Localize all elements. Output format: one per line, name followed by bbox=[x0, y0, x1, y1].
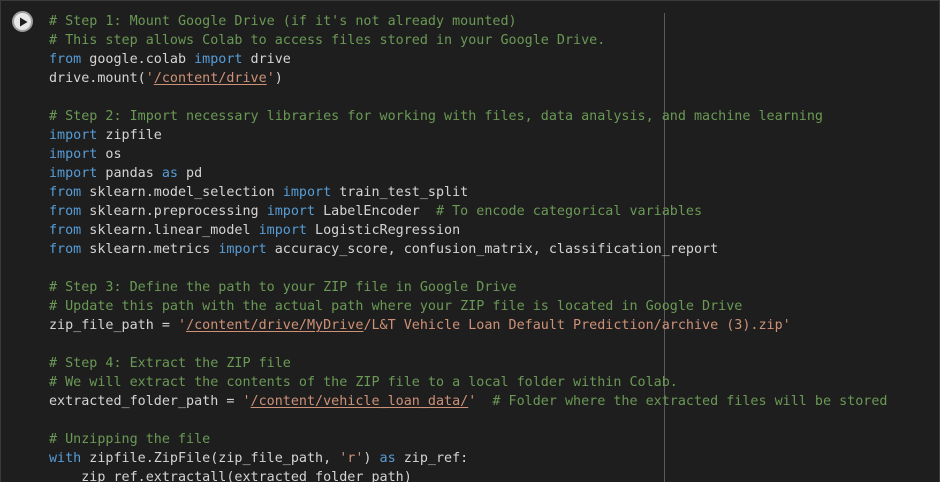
code-token: with bbox=[49, 451, 82, 466]
code-token: google.colab bbox=[81, 52, 195, 67]
code-token: # This step allows Colab to access files… bbox=[49, 33, 606, 48]
code-line: # We will extract the contents of the ZI… bbox=[49, 373, 887, 392]
code-line: import zipfile bbox=[49, 126, 887, 145]
code-token: extracted_folder_path = bbox=[49, 394, 243, 409]
code-token: # Step 4: Extract the ZIP file bbox=[49, 356, 291, 371]
code-token: pandas bbox=[97, 166, 162, 181]
code-line: from sklearn.preprocessing import LabelE… bbox=[49, 202, 887, 221]
code-token: import bbox=[218, 242, 267, 257]
code-token: as bbox=[379, 451, 396, 466]
code-token: drive.mount( bbox=[49, 71, 146, 86]
cell-gutter bbox=[1, 1, 45, 482]
code-token: zipfile.ZipFile(zip_file_path, bbox=[81, 451, 340, 466]
code-token: LogisticRegression bbox=[307, 223, 461, 238]
code-token: # Step 1: Mount Google Drive (if it's no… bbox=[49, 14, 517, 29]
code-token: import bbox=[194, 52, 243, 67]
code-token: # Unzipping the file bbox=[49, 432, 211, 447]
code-token: # To encode categorical variables bbox=[436, 204, 703, 219]
code-token: # Folder where the extracted files will … bbox=[492, 394, 888, 409]
code-editor[interactable]: # Step 1: Mount Google Drive (if it's no… bbox=[49, 12, 887, 482]
code-token: from bbox=[49, 185, 82, 200]
code-token: zipfile bbox=[97, 128, 162, 143]
code-token: from bbox=[49, 223, 82, 238]
code-cell[interactable]: # Step 1: Mount Google Drive (if it's no… bbox=[0, 0, 940, 482]
code-line: # Step 4: Extract the ZIP file bbox=[49, 354, 887, 373]
code-token: zip_ref.extractall(extracted_folder_path… bbox=[49, 470, 412, 482]
code-token: ) bbox=[274, 71, 283, 86]
code-token: /L&T Vehicle Loan Default Prediction/arc… bbox=[363, 318, 791, 333]
run-cell-button[interactable] bbox=[12, 11, 33, 32]
code-line: zip_ref.extractall(extracted_folder_path… bbox=[49, 468, 887, 482]
code-line: import pandas as pd bbox=[49, 164, 887, 183]
code-token: train_test_split bbox=[331, 185, 469, 200]
code-line: from google.colab import drive bbox=[49, 50, 887, 69]
code-token: zip_file_path = bbox=[49, 318, 178, 333]
code-line: # This step allows Colab to access files… bbox=[49, 31, 887, 50]
code-token: ' bbox=[178, 318, 187, 333]
code-line: from sklearn.model_selection import trai… bbox=[49, 183, 887, 202]
code-token: sklearn.linear_model bbox=[81, 223, 259, 238]
code-token: 'r' bbox=[339, 451, 364, 466]
code-token: from bbox=[49, 52, 82, 67]
code-token: from bbox=[49, 242, 82, 257]
code-token: # We will extract the contents of the ZI… bbox=[49, 375, 678, 390]
code-line: extracted_folder_path = '/content/vehicl… bbox=[49, 392, 887, 411]
code-line: # Step 2: Import necessary libraries for… bbox=[49, 107, 887, 126]
code-token: drive bbox=[242, 52, 291, 67]
code-token: sklearn.model_selection bbox=[81, 185, 283, 200]
code-token: LabelEncoder bbox=[315, 204, 436, 219]
code-token: /content/drive bbox=[153, 71, 267, 86]
code-token: /content/vehicle_loan_data/ bbox=[250, 394, 469, 409]
code-token: sklearn.metrics bbox=[81, 242, 219, 257]
code-token: os bbox=[97, 147, 122, 162]
code-line: import os bbox=[49, 145, 887, 164]
code-token: import bbox=[282, 185, 332, 200]
code-token: # Step 3: Define the path to your ZIP fi… bbox=[49, 280, 517, 295]
code-line: drive.mount('/content/drive') bbox=[49, 69, 887, 88]
code-token: from bbox=[49, 204, 82, 219]
code-token: zip_ref: bbox=[395, 451, 469, 466]
code-line: # Update this path with the actual path … bbox=[49, 297, 887, 316]
code-token: import bbox=[49, 147, 98, 162]
code-line: from sklearn.linear_model import Logisti… bbox=[49, 221, 887, 240]
code-token: /content/drive/MyDrive bbox=[186, 318, 364, 333]
code-token: ' bbox=[242, 394, 251, 409]
code-token: ' bbox=[266, 71, 275, 86]
code-line: from sklearn.metrics import accuracy_sco… bbox=[49, 240, 887, 259]
code-token: import bbox=[49, 128, 98, 143]
code-token: as bbox=[161, 166, 178, 181]
code-line: with zipfile.ZipFile(zip_file_path, 'r')… bbox=[49, 449, 887, 468]
code-token: import bbox=[266, 204, 316, 219]
code-token: ) bbox=[363, 451, 380, 466]
code-line: # Step 3: Define the path to your ZIP fi… bbox=[49, 278, 887, 297]
code-line: # Unzipping the file bbox=[49, 430, 887, 449]
code-token: ' bbox=[145, 71, 154, 86]
code-line: # Step 1: Mount Google Drive (if it's no… bbox=[49, 12, 887, 31]
code-token: # Step 2: Import necessary libraries for… bbox=[49, 109, 823, 124]
code-token: import bbox=[258, 223, 307, 238]
code-token: accuracy_score, confusion_matrix, classi… bbox=[266, 242, 719, 257]
code-token: sklearn.preprocessing bbox=[81, 204, 267, 219]
code-token: import bbox=[49, 166, 98, 181]
code-line: zip_file_path = '/content/drive/MyDrive/… bbox=[49, 316, 887, 335]
code-token: pd bbox=[178, 166, 203, 181]
code-token: # Update this path with the actual path … bbox=[49, 299, 743, 314]
